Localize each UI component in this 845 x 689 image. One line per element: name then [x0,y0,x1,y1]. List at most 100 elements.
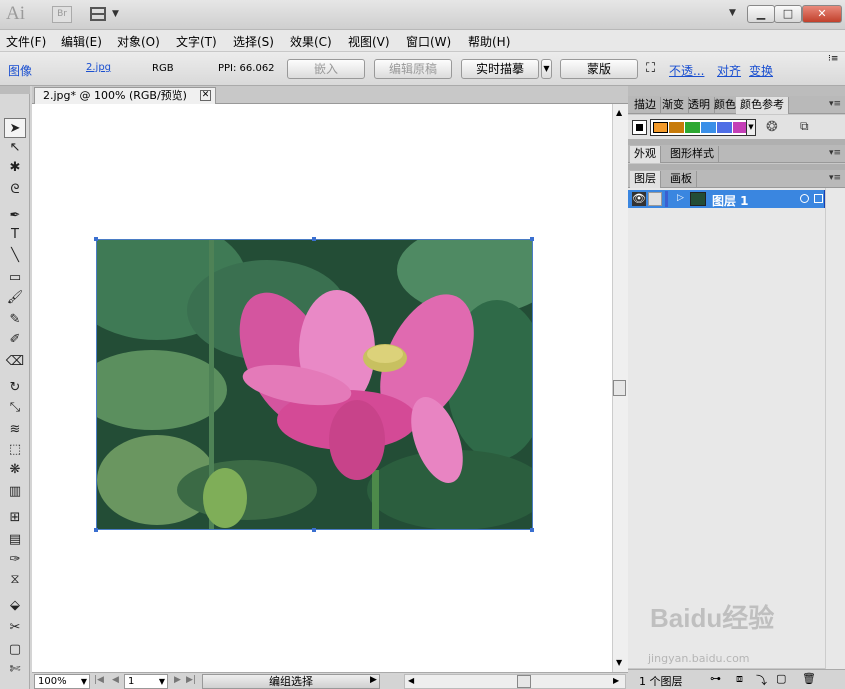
horizontal-scroll-thumb[interactable] [517,675,531,688]
tool-selection-icon[interactable]: ➤ [4,118,26,138]
embed-button[interactable]: 嵌入 [287,59,365,79]
new-sublayer-icon[interactable]: ⤵ [756,672,767,688]
layers-scrollbar[interactable] [825,188,845,669]
tab-stroke[interactable]: 描边 [630,97,661,114]
tool-rectangle-icon[interactable]: ▭ [4,268,26,288]
menu-window[interactable]: 窗口(W) [406,33,451,50]
harmony-dropdown[interactable]: ▼ [746,119,756,136]
expand-triangle-icon[interactable]: ▷ [677,193,684,203]
scroll-down-icon[interactable]: ▼ [616,658,622,667]
next-artboard-icon[interactable]: ▶ [174,675,181,685]
arrange-documents-button[interactable]: ▼ [88,6,122,23]
panel-grip[interactable] [0,86,30,94]
live-trace-dropdown[interactable]: ▼ [541,59,552,79]
selection-handle[interactable] [530,528,534,532]
scroll-up-icon[interactable]: ▲ [616,108,622,117]
opacity-link[interactable]: 不透... [669,62,704,79]
harmony-swatch[interactable] [653,122,668,133]
edit-original-button[interactable]: 编辑原稿 [374,59,452,79]
locate-object-icon[interactable]: ⊶ [710,672,721,685]
document-tab[interactable]: 2.jpg* @ 100% (RGB/预览) ✕ [34,87,216,104]
menu-view[interactable]: 视图(V) [348,33,390,50]
tool-pencil-icon[interactable]: ✎ [4,310,26,330]
eye-icon[interactable]: 👁 [632,192,646,206]
tool-artboard-icon[interactable]: ▢ [4,640,26,660]
harmony-swatch[interactable] [685,122,700,133]
scroll-right-icon[interactable]: ▶ [613,676,619,685]
first-artboard-icon[interactable]: |◀ [94,675,104,685]
selection-handle[interactable] [94,237,98,241]
tool-scale-icon[interactable]: ⤡ [4,398,26,418]
selection-indicator[interactable] [814,194,823,203]
selection-handle[interactable] [530,237,534,241]
selection-handle[interactable] [312,528,316,532]
tool-live-paint-icon[interactable]: ⬙ [4,596,26,616]
menu-edit[interactable]: 编辑(E) [61,33,102,50]
align-link[interactable]: 对齐 [717,62,741,79]
transform-link[interactable]: 变换 [749,62,773,79]
panel-menu-icon[interactable]: ▾≡ [829,148,841,158]
new-layer-icon[interactable]: ▢ [776,672,786,685]
tool-direct-selection-icon[interactable]: ↖ [4,138,26,158]
tool-mesh-icon[interactable]: ⊞ [4,508,26,528]
tab-appearance[interactable]: 外观 [630,146,661,163]
trash-icon[interactable]: 🗑 [802,672,816,685]
tab-layers[interactable]: 图层 [630,171,661,188]
vertical-scroll-thumb[interactable] [613,380,626,396]
tool-magic-wand-icon[interactable]: ✱ [4,158,26,178]
artboard-select[interactable]: 1 ▼ [124,674,168,689]
tool-column-graph-icon[interactable]: ▥ [4,482,26,502]
control-menu-icon[interactable]: ⁝≡ [828,54,838,64]
close-icon[interactable]: ✕ [200,90,211,101]
tool-gradient-icon[interactable]: ▤ [4,530,26,550]
menu-object[interactable]: 对象(O) [117,33,160,50]
zoom-select[interactable]: 100% ▼ [34,674,90,689]
last-artboard-icon[interactable]: ▶| [186,675,196,685]
live-trace-button[interactable]: 实时描摹 [461,59,539,79]
harmony-swatch[interactable] [717,122,732,133]
workspace-dropdown[interactable]: ▼ [729,8,736,18]
menu-effect[interactable]: 效果(C) [290,33,332,50]
harmony-colors[interactable] [650,119,747,136]
tool-blob-brush-icon[interactable]: ✐ [4,330,26,350]
tool-blend-icon[interactable]: ⧖ [4,570,26,590]
harmony-swatch[interactable] [669,122,684,133]
make-clipping-mask-icon[interactable]: ⧈ [736,672,743,686]
selection-handle[interactable] [312,237,316,241]
tool-symbol-sprayer-icon[interactable]: ❋ [4,460,26,480]
layer-name[interactable]: 图层 1 [712,192,749,209]
maximize-button[interactable]: □ [774,5,802,23]
tool-line-icon[interactable]: ╲ [4,246,26,266]
tool-eyedropper-icon[interactable]: ✑ [4,550,26,570]
target-icon[interactable] [800,194,809,203]
tab-artboards[interactable]: 画板 [666,171,697,188]
panel-menu-icon[interactable]: ▾≡ [829,173,841,183]
harmony-swatch[interactable] [733,122,746,133]
tab-graphic-styles[interactable]: 图形样式 [666,146,719,163]
harmony-swatch[interactable] [701,122,716,133]
tool-pen-icon[interactable]: ✒ [4,206,26,226]
tool-scissors-icon[interactable]: ✄ [4,660,26,680]
tool-warp-icon[interactable]: ≋ [4,420,26,440]
scroll-left-icon[interactable]: ◀ [408,676,414,685]
minimize-button[interactable]: ▁ [747,5,775,23]
base-color-box[interactable] [632,120,647,135]
tool-slice-icon[interactable]: ✂ [4,618,26,638]
menu-type[interactable]: 文字(T) [176,33,217,50]
tool-rotate-icon[interactable]: ↻ [4,378,26,398]
tool-paintbrush-icon[interactable]: 🖌 [4,288,26,308]
menu-file[interactable]: 文件(F) [6,33,46,50]
menu-help[interactable]: 帮助(H) [468,33,510,50]
tool-free-transform-icon[interactable]: ⬚ [4,440,26,460]
selection-handle[interactable] [94,528,98,532]
filename-link[interactable]: 2.jpg [86,62,111,73]
fit-selection-icon[interactable]: ⛶ [646,61,655,76]
tool-lasso-icon[interactable]: ᘓ [4,180,26,200]
menu-select[interactable]: 选择(S) [233,33,274,50]
layer-row[interactable]: 👁 ▷ 图层 1 [628,190,824,208]
status-info[interactable]: 编组选择 [202,674,380,689]
color-wheel-icon[interactable]: ❂ [766,119,778,135]
panel-menu-icon[interactable]: ▾≡ [829,99,841,109]
close-button[interactable]: ✕ [802,5,842,23]
tool-type-icon[interactable]: T [4,225,26,245]
